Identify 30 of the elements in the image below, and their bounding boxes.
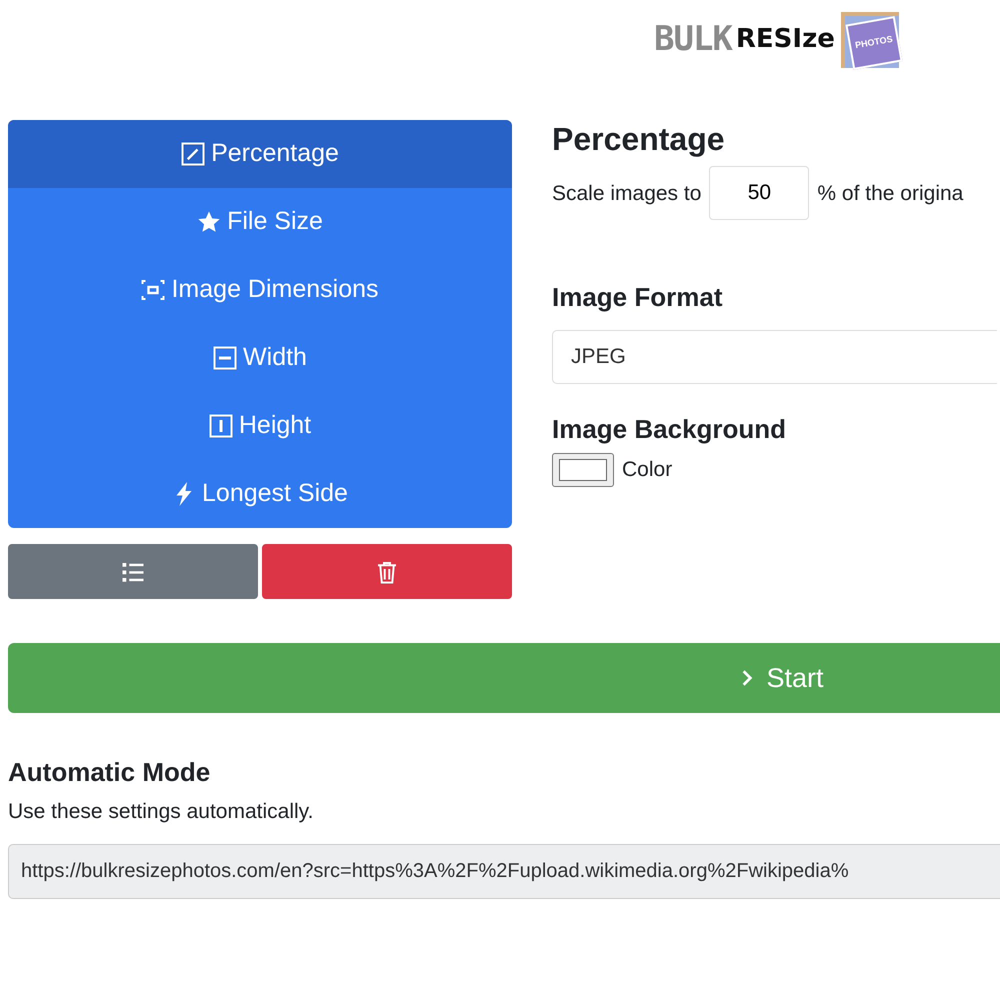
star-icon bbox=[197, 210, 222, 234]
color-label: Color bbox=[622, 457, 672, 484]
url-field[interactable]: https://bulkresizephotos.com/en?src=https%3A%2F%2Fupload.wikimedia.org%2Fwikipedia% bbox=[8, 844, 1000, 899]
description-text: Use these settings automatically. bbox=[8, 799, 314, 826]
format-select[interactable]: JPEG bbox=[552, 330, 997, 384]
start-button[interactable]: Start bbox=[8, 643, 1000, 713]
logo-badge: PHOTOS bbox=[845, 16, 902, 70]
section-heading: Automatic Mode bbox=[8, 757, 212, 788]
mode-tab[interactable]: Image Dimensions bbox=[8, 256, 512, 324]
field-label: Scale images to bbox=[552, 180, 702, 207]
mode-tab[interactable]: Percentage bbox=[8, 120, 512, 188]
pencil-square-icon bbox=[181, 142, 206, 166]
section-heading: Image Background bbox=[552, 414, 788, 445]
mode-tab[interactable]: Width bbox=[8, 324, 512, 392]
section-heading: Percentage bbox=[552, 120, 726, 158]
field-label: % of the origina bbox=[817, 180, 964, 207]
color-picker[interactable] bbox=[552, 452, 614, 487]
logo-text: RESIze bbox=[736, 26, 835, 52]
mode-tab[interactable]: Longest Side bbox=[8, 460, 512, 528]
trash-icon bbox=[375, 560, 399, 584]
mode-tab[interactable]: File Size bbox=[8, 188, 512, 256]
dash-square-icon bbox=[213, 346, 238, 370]
section-heading: Image Format bbox=[552, 282, 724, 314]
frame-corners-icon bbox=[141, 278, 166, 302]
bar-square-icon bbox=[208, 414, 233, 438]
mode-tab[interactable]: Height bbox=[8, 392, 512, 460]
percentage-field[interactable]: 50 bbox=[709, 166, 810, 220]
delete-button[interactable] bbox=[262, 544, 512, 599]
list-button[interactable] bbox=[8, 544, 258, 599]
logo-text: BULK bbox=[654, 22, 732, 56]
